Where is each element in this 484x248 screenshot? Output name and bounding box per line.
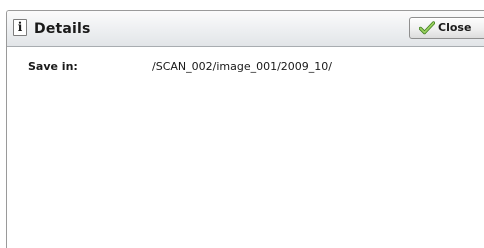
checkmark-icon	[419, 21, 435, 35]
details-panel: Save in: /SCAN_002/image_001/2009_10/	[7, 47, 484, 248]
info-icon: i	[13, 19, 27, 36]
dialog-title: Details	[34, 21, 91, 37]
save-in-value: /SCAN_002/image_001/2009_10/	[152, 60, 332, 73]
save-in-label: Save in:	[28, 60, 78, 73]
close-button-label: Close	[438, 21, 472, 34]
close-button[interactable]: Close	[409, 17, 484, 39]
details-dialog: i Details Close Save in: /SCAN_002/image…	[6, 10, 484, 248]
dialog-header: i Details Close	[7, 11, 484, 47]
